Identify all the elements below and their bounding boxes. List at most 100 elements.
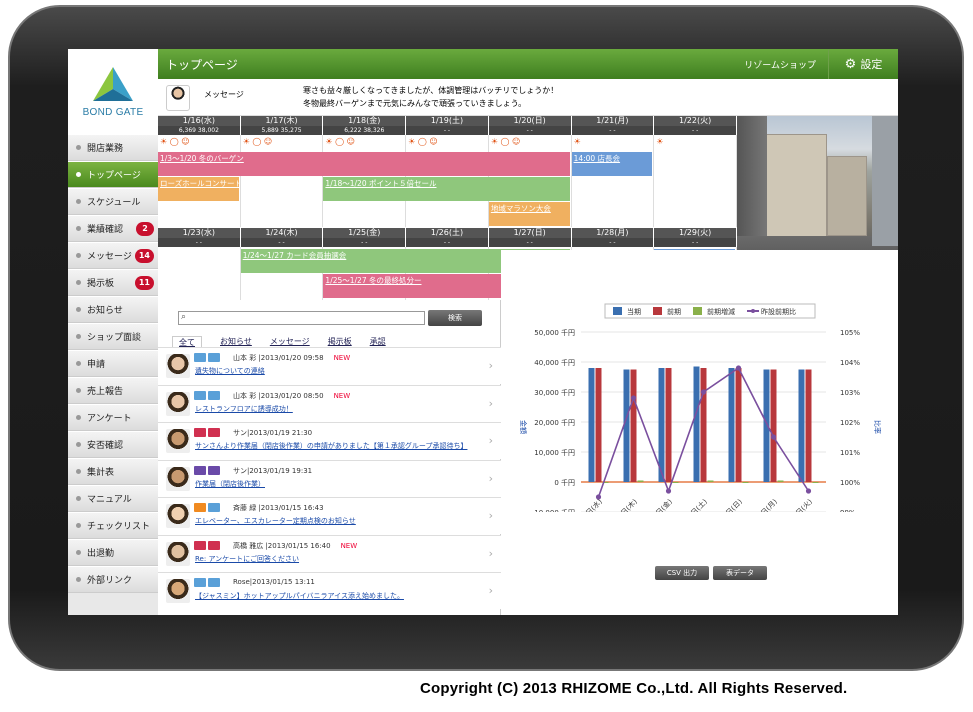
csv-export-button[interactable]: CSV 出力 <box>655 566 709 580</box>
feed-item-link[interactable]: 作業届（閉店後作業） <box>195 479 265 489</box>
calendar-day-header[interactable]: 1/21(月) <box>571 116 654 126</box>
message-banner: メッセージ 寒さも益々厳しくなってきましたが、体調管理はバッチリでしょうか！ 冬… <box>158 79 898 116</box>
sidebar-item-13[interactable]: マニュアル <box>68 485 158 512</box>
calendar-day-header[interactable]: 1/26(土) <box>406 228 488 238</box>
calendar-event[interactable]: 1/18～1/20 ポイント５倍セール <box>323 177 570 201</box>
sidebar-item-label: 安否確認 <box>87 441 124 451</box>
calendar-event[interactable]: 1/3～1/20 冬のバーゲン <box>158 152 570 176</box>
feed-item[interactable]: Rose|2013/01/15 13:11 【ジャスミン】ホットアップルパイバニラ… <box>158 572 501 609</box>
target-icon <box>208 390 220 400</box>
feed-item-link[interactable]: 【ジャスミン】ホットアップルパイバニラアイス添え始めました。 <box>195 591 404 601</box>
calendar-day-header[interactable]: 1/17(木) <box>240 116 323 126</box>
sidebar-item-14[interactable]: チェックリスト <box>68 512 158 539</box>
feed-item[interactable]: サン|2013/01/19 19:31 作業届（閉店後作業） › <box>158 459 501 497</box>
author-date: サン|2013/01/19 19:31 <box>233 466 313 475</box>
sidebar-item-7[interactable]: ショップ面談 <box>68 323 158 350</box>
feed-item-link[interactable]: レストランフロアに誘導成功！ <box>195 404 293 414</box>
sidebar-item-9[interactable]: 売上報告 <box>68 377 158 404</box>
y-left-tick-label: 40,000 千円 <box>534 358 575 367</box>
sidebar-item-15[interactable]: 出退勤 <box>68 539 158 566</box>
calendar-day-header[interactable]: 1/29(火) <box>654 228 736 238</box>
chevron-right-icon[interactable]: › <box>489 509 493 522</box>
sidebar-item-1[interactable]: トップページ <box>68 161 158 188</box>
calendar-event[interactable]: 地域マラソン大会 <box>488 202 570 226</box>
legend-label: 前期増減 <box>707 307 735 316</box>
settings-button[interactable]: ⚙ 設定 <box>828 49 898 79</box>
sidebar-item-label: 業績確認 <box>87 225 124 235</box>
sidebar-item-label: 掲示板 <box>87 279 115 289</box>
feed-item-link[interactable]: Re: アンケートにご回答ください <box>195 554 299 564</box>
feed-item-link[interactable]: 遺失物についての連絡 <box>195 366 265 376</box>
author-date: 高橋 雅広 |2013/01/15 16:40 <box>233 541 331 550</box>
chevron-right-icon[interactable]: › <box>489 434 493 447</box>
feed-item-tags <box>194 390 220 400</box>
logo-text: BOND GATE <box>82 107 144 118</box>
logo[interactable]: BOND GATE <box>68 49 158 134</box>
calendar-count-row: - - <box>571 126 654 135</box>
sidebar-item-16[interactable]: 外部リンク <box>68 566 158 593</box>
calendar-day-header[interactable]: 1/23(水) <box>158 228 240 238</box>
chevron-right-icon[interactable]: › <box>489 472 493 485</box>
sidebar-item-5[interactable]: 掲示板 11 <box>68 269 158 296</box>
calendar-day-header[interactable]: 1/25(金) <box>323 228 406 238</box>
calendar-event[interactable]: 14:00 店長会 <box>571 152 653 176</box>
search-button[interactable]: 検索 <box>428 310 482 326</box>
sidebar-item-6[interactable]: お知らせ <box>68 296 158 323</box>
category-icon <box>194 428 206 437</box>
y-right-tick-label: 105% <box>840 329 860 337</box>
y-right-tick-label: 102% <box>840 419 860 427</box>
sidebar-item-label: 開店業務 <box>87 144 124 154</box>
feed-item-link[interactable]: エレベーター、エスカレーター定期点検のお知らせ <box>195 516 356 526</box>
sidebar-item-12[interactable]: 集計表 <box>68 458 158 485</box>
gear-icon: ⚙ <box>844 56 857 72</box>
bar-前期 <box>735 368 742 482</box>
sidebar-item-label: スケジュール <box>87 198 141 208</box>
sidebar-item-4[interactable]: メッセージ 14 <box>68 242 158 269</box>
author-date: サン|2013/01/19 21:30 <box>233 429 313 437</box>
sidebar-item-label: 出退勤 <box>87 549 115 559</box>
target-icon <box>208 578 220 587</box>
calendar-day-header[interactable]: 1/18(金) <box>323 116 406 126</box>
bullet-icon <box>76 550 81 555</box>
sidebar-item-3[interactable]: 業績確認 2 <box>68 215 158 242</box>
feed-item[interactable]: 高橋 雅広 |2013/01/15 16:40 NEW Re: アンケートにご回答く… <box>158 534 501 572</box>
calendar-count-row: - - <box>571 238 654 247</box>
y-left-tick-label: 50,000 千円 <box>534 328 575 337</box>
bar-前期 <box>595 368 602 482</box>
chevron-right-icon[interactable]: › <box>489 397 493 410</box>
feed-item[interactable]: 斉藤 緑 |2013/01/15 16:43 エレベーター、エスカレーター定期点検… <box>158 497 501 534</box>
author-date: 山本 彩 |2013/01/20 08:50 <box>233 391 324 400</box>
feed-item[interactable]: 山本 彩 |2013/01/20 08:50 NEW レストランフロアに誘導成功！ › <box>158 384 501 422</box>
search-input[interactable]: ⌕ <box>178 311 425 325</box>
sidebar-item-8[interactable]: 申請 <box>68 350 158 377</box>
feed-item[interactable]: 山本 彩 |2013/01/20 09:58 NEW 遺失物についての連絡 › <box>158 347 501 384</box>
sidebar-item-label: 申請 <box>87 360 106 370</box>
calendar-count-row: - - <box>158 238 240 247</box>
sidebar-item-2[interactable]: スケジュール <box>68 188 158 215</box>
shop-name-link[interactable]: リゾームショップ <box>744 58 816 71</box>
sidebar-item-11[interactable]: 安否確認 <box>68 431 158 458</box>
feed-item-meta: サン|2013/01/19 21:30 <box>233 428 312 438</box>
calendar-event[interactable]: ローズホールコンサート <box>158 177 239 201</box>
calendar-day-header[interactable]: 1/20(日) <box>488 116 571 126</box>
calendar-day-header[interactable]: 1/24(木) <box>240 228 323 238</box>
table-data-button[interactable]: 表データ <box>713 566 767 580</box>
calendar-day-header[interactable]: 1/22(火) <box>654 116 736 126</box>
chevron-right-icon[interactable]: › <box>489 584 493 597</box>
sidebar-item-0[interactable]: 開店業務 <box>68 134 158 161</box>
line-point <box>630 395 637 401</box>
feed-item[interactable]: サン|2013/01/19 21:30 サンさんより作業届（閉店後作業）の申請があ… <box>158 422 501 459</box>
bullet-icon <box>76 415 81 420</box>
calendar-day-header[interactable]: 1/27(日) <box>488 228 571 238</box>
bar-前期増減 <box>672 482 679 483</box>
calendar-day-header[interactable]: 1/28(月) <box>571 228 654 238</box>
feed-item-meta: 高橋 雅広 |2013/01/15 16:40 NEW <box>233 541 357 551</box>
feed-item-link[interactable]: サンさんより作業届（閉店後作業）の申請がありました【第１承認グループ承認待ち】 <box>195 441 467 451</box>
chevron-right-icon[interactable]: › <box>489 359 493 372</box>
chevron-right-icon[interactable]: › <box>489 547 493 560</box>
calendar-day-header[interactable]: 1/16(水) <box>158 116 240 126</box>
calendar-column-divider <box>239 135 241 227</box>
sidebar-item-10[interactable]: アンケート <box>68 404 158 431</box>
feed-item-meta: サン|2013/01/19 19:31 <box>233 466 312 476</box>
calendar-day-header[interactable]: 1/19(土) <box>406 116 488 126</box>
